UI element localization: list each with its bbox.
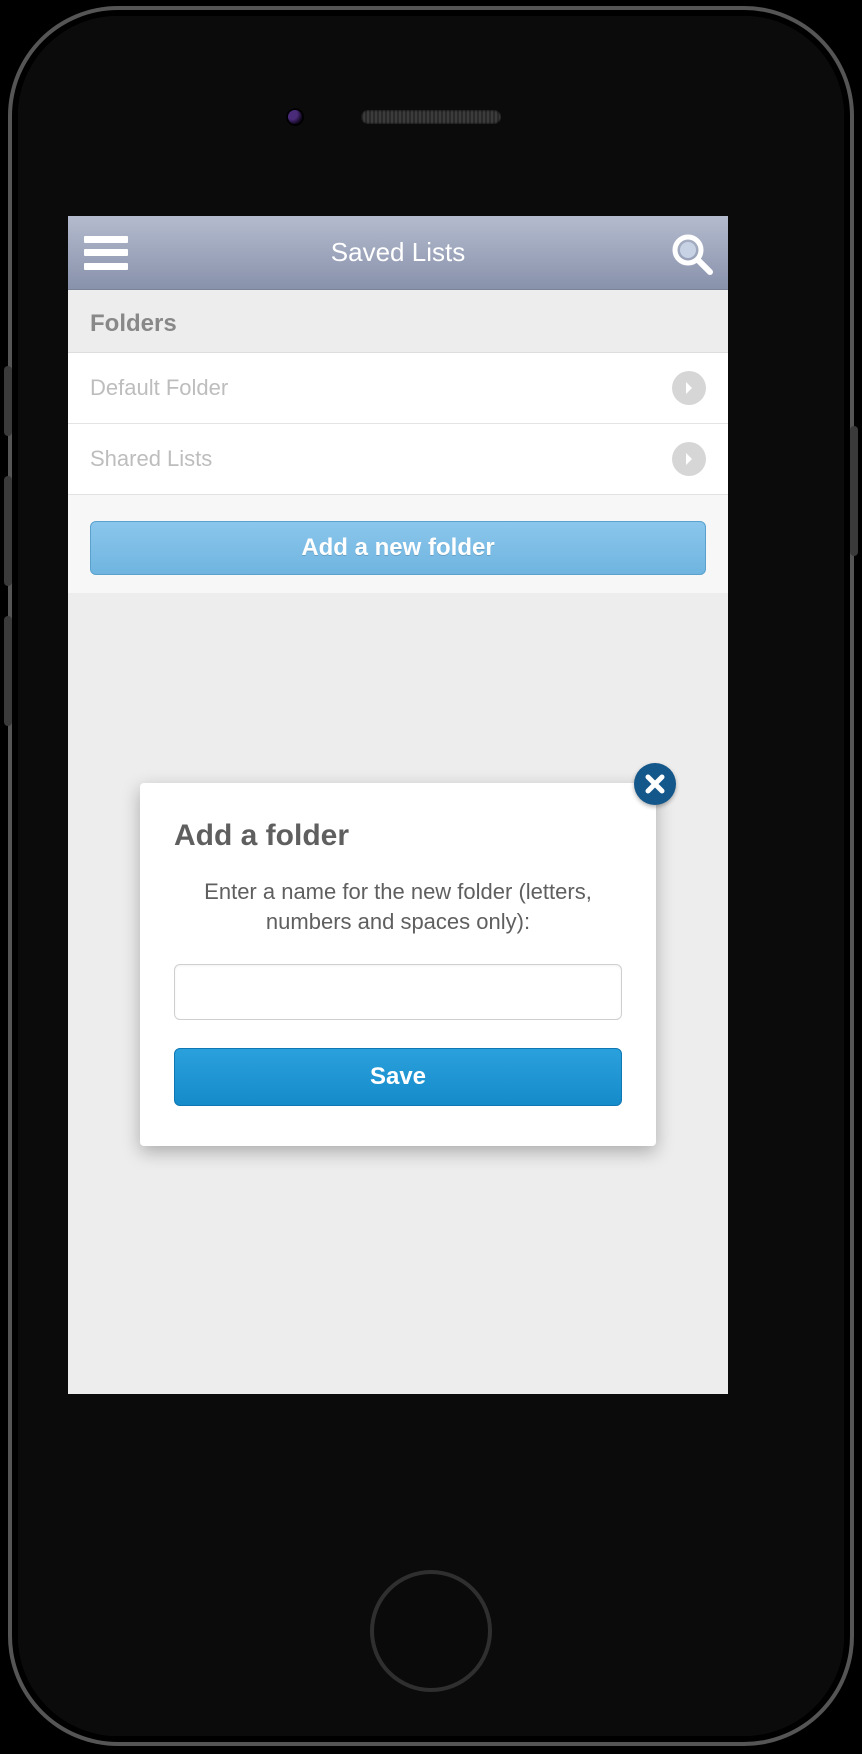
home-button[interactable]	[370, 1570, 492, 1692]
add-new-folder-button[interactable]: Add a new folder	[90, 521, 706, 575]
folder-label: Shared Lists	[90, 446, 212, 472]
chevron-right-icon	[672, 442, 706, 476]
hamburger-icon	[84, 236, 128, 243]
volume-up	[4, 476, 12, 586]
search-button[interactable]	[668, 230, 714, 276]
phone-bezel: Saved Lists Folders Default Folder	[18, 16, 844, 1736]
folder-row-shared[interactable]: Shared Lists	[68, 424, 728, 495]
folder-name-input[interactable]	[174, 964, 622, 1020]
phone-frame: Saved Lists Folders Default Folder	[8, 6, 854, 1746]
screen: Saved Lists Folders Default Folder	[68, 216, 728, 1394]
dialog-title: Add a folder	[174, 819, 622, 853]
power-button	[850, 426, 858, 556]
page-title: Saved Lists	[331, 237, 465, 268]
navbar: Saved Lists	[68, 216, 728, 290]
front-camera	[286, 108, 304, 126]
chevron-right-icon	[672, 371, 706, 405]
earpiece-speaker	[361, 110, 501, 124]
volume-down	[4, 616, 12, 726]
save-button[interactable]: Save	[174, 1048, 622, 1106]
close-icon	[644, 773, 666, 795]
folder-row-default[interactable]: Default Folder	[68, 353, 728, 424]
mute-switch	[4, 366, 12, 436]
folder-label: Default Folder	[90, 375, 228, 401]
add-folder-dialog: Add a folder Enter a name for the new fo…	[140, 783, 656, 1146]
dialog-instruction: Enter a name for the new folder (letters…	[174, 877, 622, 936]
search-icon	[668, 230, 714, 276]
menu-button[interactable]	[84, 236, 128, 270]
add-folder-wrap: Add a new folder	[68, 495, 728, 593]
close-dialog-button[interactable]	[634, 763, 676, 805]
folders-section-header: Folders	[68, 290, 728, 353]
